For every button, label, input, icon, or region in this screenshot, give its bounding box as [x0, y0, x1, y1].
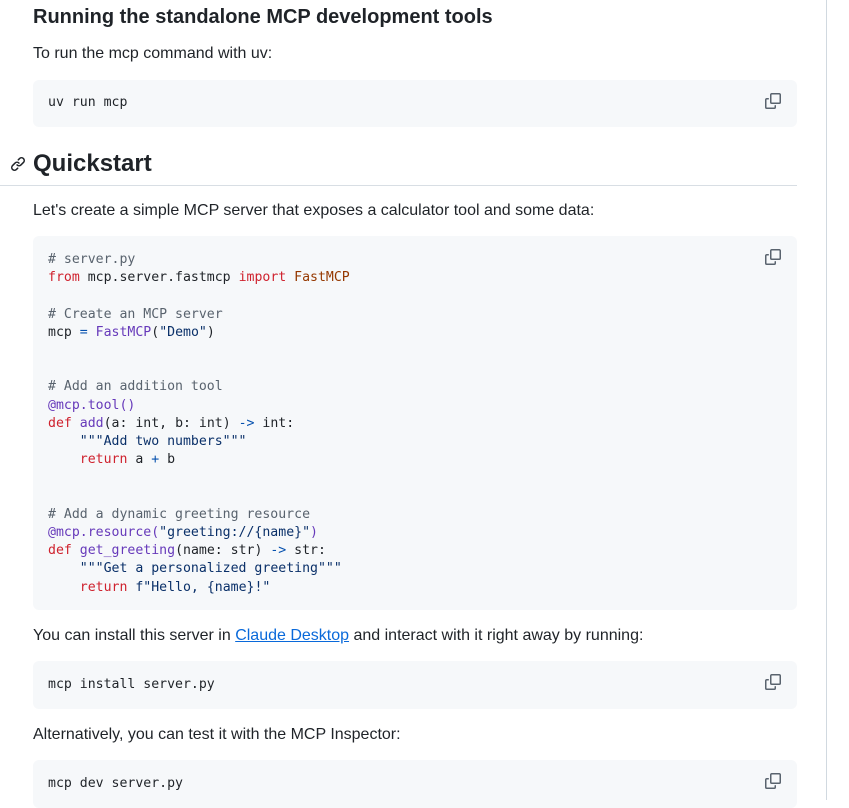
copy-icon: [765, 674, 781, 690]
code-uv-run: uv run mcp: [48, 95, 128, 110]
code-function: get_greeting: [79, 543, 176, 559]
copy-icon: [765, 773, 781, 789]
code-class: FastMCP: [286, 270, 350, 286]
code-decorator: ): [310, 525, 318, 541]
install-text-before: You can install this server in: [33, 627, 236, 644]
section-heading-run-tools: Running the standalone MCP development t…: [33, 6, 493, 28]
code-text: ): [206, 324, 215, 340]
code-text: mcp: [48, 324, 80, 340]
code-text: (: [151, 324, 160, 340]
claude-desktop-link[interactable]: Claude Desktop: [235, 627, 349, 644]
quickstart-intro: Let's create a simple MCP server that ex…: [33, 202, 595, 219]
code-install: mcp install server.py: [48, 677, 215, 692]
code-server-py: # server.py from mcp.server.fastmcp impo…: [48, 251, 350, 597]
code-dev: mcp dev server.py: [48, 776, 183, 791]
code-comment: # Create an MCP server: [48, 306, 223, 322]
code-string: f"Hello, {name}!": [135, 579, 271, 595]
code-decorator: @mcp.resource(: [48, 525, 160, 541]
copy-icon: [765, 249, 781, 265]
quickstart-heading-row: Quickstart: [0, 148, 797, 186]
install-instructions: You can install this server in Claude De…: [33, 624, 643, 648]
code-block-dev: mcp dev server.py: [33, 760, 797, 808]
code-keyword: from: [48, 270, 80, 286]
run-tools-intro: To run the mcp command with uv:: [33, 45, 273, 62]
code-text: int:: [254, 415, 295, 431]
code-keyword: return: [79, 452, 128, 468]
code-text: b: [159, 452, 176, 468]
code-string: """Get a personalized greeting""": [79, 561, 342, 577]
code-text: mcp.server.fastmcp: [79, 270, 239, 286]
code-block-uv-run: uv run mcp: [33, 80, 797, 127]
copy-icon: [765, 93, 781, 109]
install-text-after: and interact with it right away by runni…: [349, 627, 644, 644]
code-text: str:: [286, 543, 326, 559]
content-border: [826, 0, 827, 800]
code-function: add: [79, 415, 104, 431]
copy-button[interactable]: [762, 770, 784, 792]
code-block-install: mcp install server.py: [33, 661, 797, 709]
copy-button[interactable]: [762, 90, 784, 112]
code-keyword: def: [48, 543, 72, 559]
code-decorator: @mcp.tool(): [48, 397, 136, 413]
link-icon: [10, 156, 26, 172]
code-text: a: [127, 452, 152, 468]
code-text: (name: str): [175, 543, 271, 559]
code-text: (a: int, b: int): [103, 415, 239, 431]
code-string: "Demo": [159, 324, 207, 340]
code-keyword: import: [238, 270, 287, 286]
code-string: """Add two numbers""": [79, 434, 247, 450]
inspector-instructions: Alternatively, you can test it with the …: [33, 726, 401, 743]
code-operator: +: [151, 452, 160, 468]
code-comment: # Add a dynamic greeting resource: [48, 506, 311, 522]
code-function: FastMCP: [95, 324, 152, 340]
copy-button[interactable]: [762, 671, 784, 693]
section-heading-quickstart: Quickstart: [33, 150, 152, 177]
code-keyword: return: [79, 579, 128, 595]
copy-button[interactable]: [762, 246, 784, 268]
code-keyword: def: [48, 415, 72, 431]
code-comment: # server.py: [48, 252, 136, 267]
code-string: "greeting://{name}": [159, 525, 311, 541]
code-operator: ->: [238, 415, 255, 431]
code-operator: ->: [270, 543, 287, 559]
code-operator: =: [79, 324, 88, 340]
code-block-server-py: # server.py from mcp.server.fastmcp impo…: [33, 236, 797, 610]
code-comment: # Add an addition tool: [48, 379, 223, 395]
heading-anchor-link[interactable]: [10, 156, 26, 172]
